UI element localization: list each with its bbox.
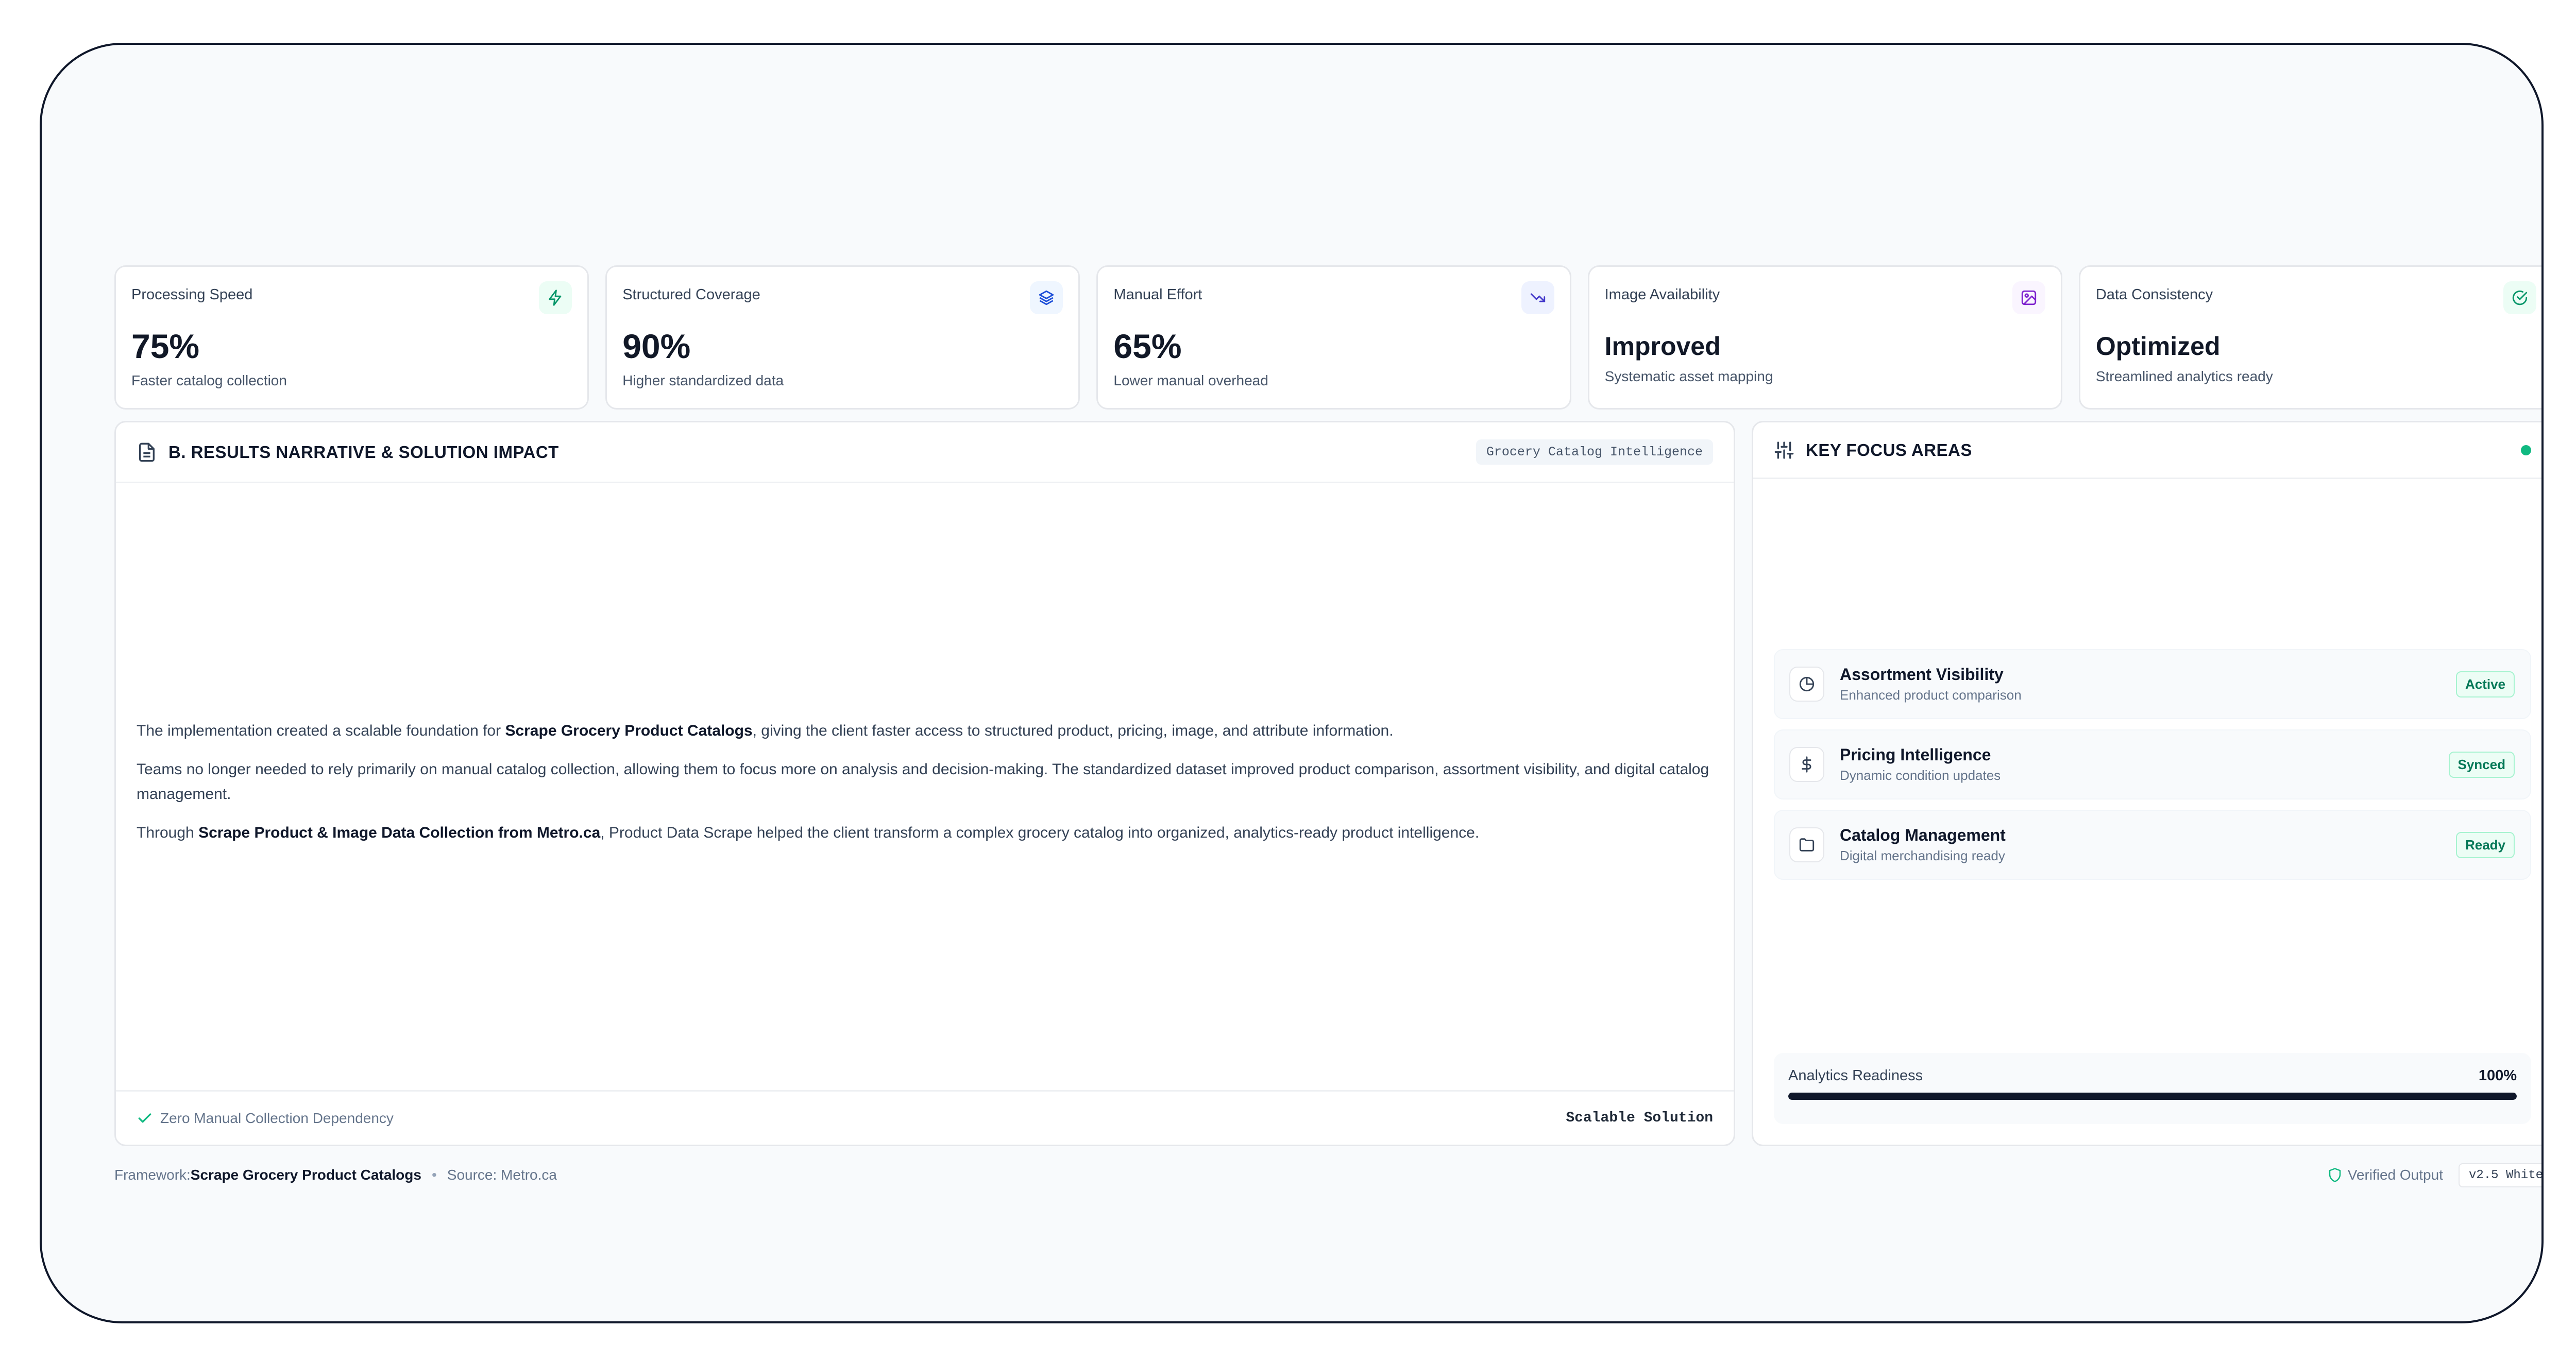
focus-panel: KEY FOCUS AREAS Assortment Visibility En… — [1752, 421, 2541, 1146]
narrative-title: B. RESULTS NARRATIVE & SOLUTION IMPACT — [168, 442, 559, 462]
focus-item-subtitle: Dynamic condition updates — [1840, 768, 2001, 783]
framework-label: Framework: — [114, 1167, 191, 1183]
framework-value: Scrape Grocery Product Catalogs — [190, 1167, 421, 1183]
focus-item-assortment-visibility: Assortment Visibility Enhanced product c… — [1774, 649, 2531, 719]
narrative-footer-note: Zero Manual Collection Dependency — [160, 1110, 394, 1126]
image-icon — [2012, 281, 2045, 314]
metric-label: Data Consistency — [2095, 286, 2213, 303]
focus-list: Assortment Visibility Enhanced product c… — [1774, 649, 2531, 890]
focus-item-subtitle: Digital merchandising ready — [1840, 848, 2005, 863]
metric-card-image-availability: Image Availability Improved Systematic a… — [1587, 265, 2062, 410]
layers-icon — [1030, 281, 1063, 314]
narrative-header: B. RESULTS NARRATIVE & SOLUTION IMPACT G… — [116, 422, 1734, 483]
dollar-icon — [1789, 747, 1824, 782]
status-badge: Synced — [2448, 751, 2515, 778]
metric-card-data-consistency: Data Consistency Optimized Streamlined a… — [2078, 265, 2541, 410]
metric-subtitle: Faster catalog collection — [131, 372, 287, 388]
version-badge: v2.5 White — [2458, 1163, 2541, 1187]
metric-card-structured-coverage: Structured Coverage 90% Higher standardi… — [605, 265, 1080, 410]
footer-right: Verified Output v2.5 White — [2327, 1163, 2541, 1187]
analytics-readiness: Analytics Readiness 100% — [1774, 1053, 2531, 1124]
metric-card-processing-speed: Processing Speed 75% Faster catalog coll… — [114, 265, 589, 410]
zap-icon — [539, 281, 572, 314]
narrative-paragraph: Teams no longer needed to rely primarily… — [137, 760, 1709, 803]
metric-subtitle: Higher standardized data — [622, 372, 784, 388]
status-dot — [2521, 445, 2531, 455]
metric-label: Manual Effort — [1113, 286, 1202, 303]
metric-value: 90% — [622, 327, 691, 365]
narrative-footer: Zero Manual Collection Dependency Scalab… — [116, 1090, 1734, 1145]
readiness-progress-track — [1788, 1093, 2517, 1100]
page-footer: Framework: Scrape Grocery Product Catalo… — [114, 1163, 2541, 1187]
folder-icon — [1789, 827, 1824, 862]
metric-label: Image Availability — [1604, 286, 1720, 303]
status-badge: Ready — [2455, 831, 2515, 858]
status-badge: Active — [2455, 671, 2515, 697]
check-icon — [137, 1110, 153, 1127]
metric-subtitle: Streamlined analytics ready — [2095, 368, 2273, 384]
pie-chart-icon — [1789, 667, 1824, 702]
narrative-tag: Grocery Catalog Intelligence — [1476, 439, 1713, 465]
lower-row: B. RESULTS NARRATIVE & SOLUTION IMPACT G… — [114, 421, 2541, 1146]
narrative-panel: B. RESULTS NARRATIVE & SOLUTION IMPACT G… — [114, 421, 1735, 1146]
focus-item-pricing-intelligence: Pricing Intelligence Dynamic condition u… — [1774, 729, 2531, 799]
narrative-paragraph: Through Scrape Product & Image Data Coll… — [137, 824, 1480, 841]
readiness-value: 100% — [2478, 1067, 2517, 1084]
focus-text: Pricing Intelligence Dynamic condition u… — [1840, 745, 2001, 784]
device-frame: Processing Speed 75% Faster catalog coll… — [40, 43, 2544, 1323]
readiness-label: Analytics Readiness — [1788, 1067, 1923, 1084]
focus-header: KEY FOCUS AREAS — [1753, 422, 2541, 479]
check-circle-icon — [2503, 281, 2537, 314]
focus-title: KEY FOCUS AREAS — [1806, 440, 1972, 460]
verified-output-label: Verified Output — [2347, 1167, 2443, 1183]
focus-item-subtitle: Enhanced product comparison — [1840, 687, 2022, 703]
focus-item-title: Catalog Management — [1840, 826, 2006, 844]
source-label: Source: Metro.ca — [447, 1167, 557, 1183]
metric-value: Improved — [1604, 332, 1721, 361]
focus-text: Assortment Visibility Enhanced product c… — [1840, 665, 2022, 703]
metric-label: Processing Speed — [131, 286, 253, 303]
metric-subtitle: Systematic asset mapping — [1604, 368, 1773, 384]
focus-item-title: Assortment Visibility — [1840, 665, 2004, 684]
focus-item-title: Pricing Intelligence — [1840, 745, 1991, 764]
metric-subtitle: Lower manual overhead — [1113, 372, 1268, 388]
narrative-paragraph: The implementation created a scalable fo… — [137, 722, 1394, 739]
metrics-row: Processing Speed 75% Faster catalog coll… — [114, 265, 2541, 410]
narrative-body: The implementation created a scalable fo… — [137, 719, 1713, 859]
metric-value: 65% — [1113, 327, 1182, 365]
metric-value: Optimized — [2095, 332, 2221, 361]
separator-dot: • — [431, 1167, 437, 1183]
document-icon — [137, 442, 157, 463]
dashboard: Processing Speed 75% Faster catalog coll… — [114, 265, 2541, 1187]
focus-text: Catalog Management Digital merchandising… — [1840, 826, 2006, 864]
focus-item-catalog-management: Catalog Management Digital merchandising… — [1774, 810, 2531, 880]
shield-icon — [2327, 1167, 2343, 1183]
metric-card-manual-effort: Manual Effort 65% Lower manual overhead — [1096, 265, 1571, 410]
trending-down-icon — [1521, 281, 1554, 314]
sliders-icon — [1774, 440, 1794, 461]
readiness-progress-fill — [1788, 1093, 2517, 1100]
metric-label: Structured Coverage — [622, 286, 760, 303]
narrative-footer-label: Scalable Solution — [1566, 1110, 1713, 1126]
metric-value: 75% — [131, 327, 200, 365]
